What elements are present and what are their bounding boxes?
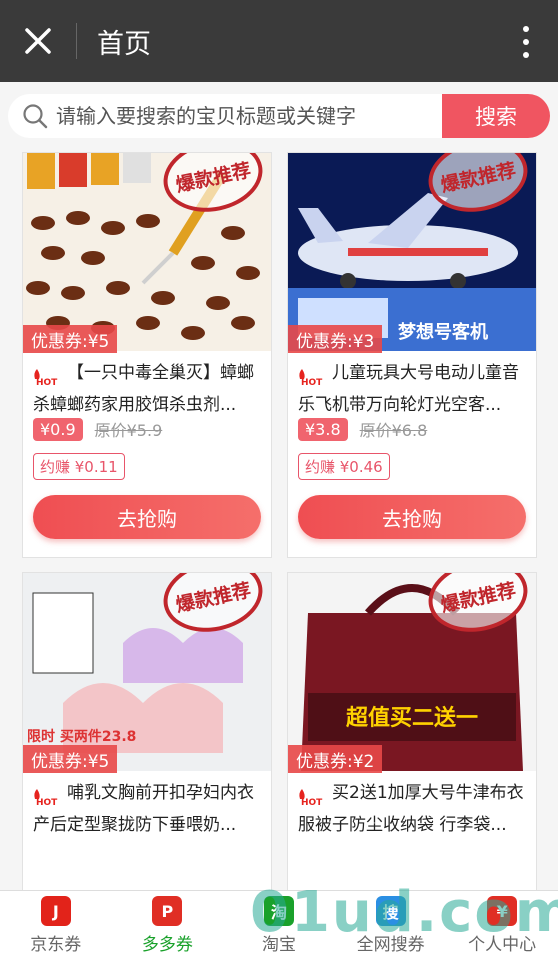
tab-label: 个人中心 <box>468 935 537 955</box>
product-card[interactable]: 限时 买两件23.8 爆款推荐 优惠券:¥5 HOT 哺乳文胸前开扣孕妇内衣产后… <box>22 572 272 890</box>
coupon-tag: 优惠券:¥5 <box>23 325 118 353</box>
page-title: 首页 <box>97 28 151 60</box>
product-card[interactable]: 爆款推荐 优惠券:¥5 HOT 【一只中毒全巢灭】蟑螂杀蟑螂药家用胶饵杀虫剂..… <box>22 152 272 558</box>
jd-icon: J <box>40 896 71 926</box>
user-center-icon: ¥ <box>487 896 518 926</box>
tab-label: 全网搜券 <box>356 935 425 955</box>
bottom-tab-bar: J 京东券 P 多多券 淘 淘宝 搜 全网搜券 ¥ 个人中心 <box>0 890 558 960</box>
original-price: 原价¥5.9 <box>94 421 163 440</box>
taobao-icon: 淘 <box>263 896 294 926</box>
price-row: ¥0.9 原价¥5.9 <box>33 417 162 441</box>
earn-badge: 约赚 ¥0.46 <box>298 453 390 480</box>
image-caption: 限时 买两件23.8 <box>27 728 136 745</box>
tab-search-all[interactable]: 搜 全网搜券 <box>335 891 447 960</box>
product-name[interactable]: 买2送1加厚大号牛津布衣服被子防尘收纳袋 行李袋... <box>298 777 528 841</box>
tab-user-center[interactable]: ¥ 个人中心 <box>446 891 558 960</box>
buy-button[interactable]: 去抢购 <box>33 495 261 539</box>
product-price: ¥3.8 <box>298 417 348 441</box>
search-icon <box>23 104 48 129</box>
product-grid: 爆款推荐 优惠券:¥5 HOT 【一只中毒全巢灭】蟑螂杀蟑螂药家用胶饵杀虫剂..… <box>0 148 558 890</box>
search-all-icon: 搜 <box>375 896 406 926</box>
price-row: ¥3.8 原价¥6.8 <box>298 417 427 441</box>
product-name[interactable]: 儿童玩具大号电动儿童音乐飞机带万向轮灯光空客... <box>298 357 528 421</box>
tab-jd-coupon[interactable]: J 京东券 <box>0 891 112 960</box>
coupon-tag: 优惠券:¥2 <box>288 745 383 773</box>
tab-pdd-coupon[interactable]: P 多多券 <box>112 891 224 960</box>
image-caption: 梦想号客机 <box>398 321 488 343</box>
close-icon[interactable] <box>0 0 76 82</box>
product-price: ¥0.9 <box>33 417 83 441</box>
pdd-icon: P <box>152 896 183 926</box>
search-button[interactable]: 搜索 <box>442 94 550 138</box>
image-caption: 超值买二送一 <box>346 705 478 731</box>
product-card[interactable]: 梦想号客机 爆款推荐 优惠券:¥3 HOT 儿童玩具大号电动儿童音乐飞机带万向轮… <box>287 152 537 558</box>
more-menu-icon[interactable] <box>522 26 530 58</box>
search-input[interactable] <box>56 104 436 128</box>
earn-badge: 约赚 ¥0.11 <box>33 453 125 480</box>
product-card[interactable]: 超值买二送一 爆款推荐 优惠券:¥2 HOT 买2送1加厚大号牛津布衣服被子防尘… <box>287 572 537 890</box>
search-bar: 搜索 <box>0 82 558 148</box>
product-image-cockroach-bait[interactable]: 爆款推荐 <box>23 153 271 351</box>
product-image-toy-airplane[interactable]: 梦想号客机 爆款推荐 <box>288 153 536 351</box>
buy-button[interactable]: 去抢购 <box>298 495 526 539</box>
tab-label: 淘宝 <box>261 935 296 955</box>
header-divider <box>76 23 77 59</box>
coupon-tag: 优惠券:¥5 <box>23 745 118 773</box>
tab-label: 多多券 <box>141 935 193 955</box>
search-box <box>8 94 450 138</box>
product-name[interactable]: 【一只中毒全巢灭】蟑螂杀蟑螂药家用胶饵杀虫剂... <box>33 357 263 421</box>
product-name[interactable]: 哺乳文胸前开扣孕妇内衣产后定型聚拢防下垂喂奶... <box>33 777 263 841</box>
tab-taobao[interactable]: 淘 淘宝 <box>223 891 335 960</box>
coupon-tag: 优惠券:¥3 <box>288 325 383 353</box>
original-price: 原价¥6.8 <box>359 421 428 440</box>
product-image-storage-bag[interactable]: 超值买二送一 爆款推荐 <box>288 573 536 771</box>
tab-label: 京东券 <box>30 935 82 955</box>
top-bar: 首页 <box>0 0 558 82</box>
product-image-nursing-bra[interactable]: 限时 买两件23.8 爆款推荐 <box>23 573 271 771</box>
